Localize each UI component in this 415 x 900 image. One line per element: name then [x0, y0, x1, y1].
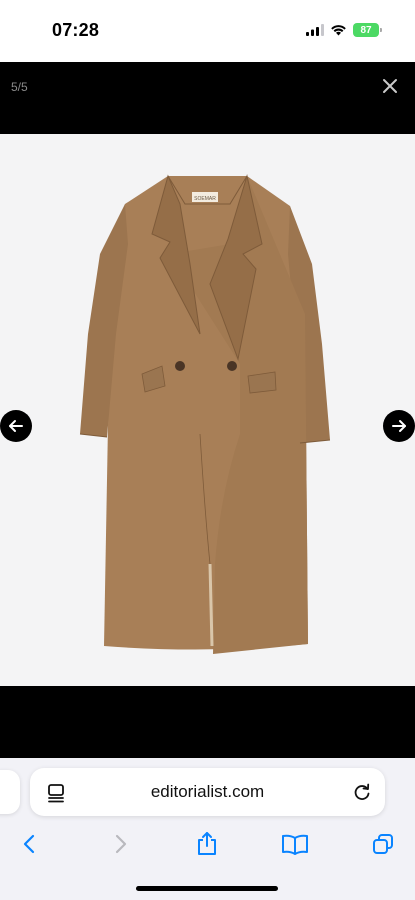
url-text: editorialist.com [150, 782, 265, 801]
viewer-bottom-bar [0, 686, 415, 758]
image-counter: 5/5 [11, 80, 28, 94]
close-icon[interactable] [380, 76, 400, 96]
forward-button[interactable] [104, 828, 136, 860]
product-image: SOEMAR [79, 174, 331, 654]
forward-icon [115, 834, 127, 854]
bookmarks-icon [282, 834, 308, 855]
previous-image-button[interactable] [0, 410, 32, 442]
signal-icon [306, 24, 324, 36]
home-indicator [136, 886, 278, 891]
tabs-button[interactable] [367, 828, 399, 860]
status-bar: 07:28 87 [0, 0, 415, 62]
wifi-icon [331, 25, 346, 36]
next-image-button[interactable] [383, 410, 415, 442]
tabs-icon [373, 834, 393, 854]
share-icon [198, 832, 216, 855]
browser-toolbar [0, 826, 415, 866]
status-icons: 87 [306, 23, 382, 37]
arrow-left-icon [9, 420, 23, 432]
product-image-area: SOEMAR [0, 134, 415, 686]
browser-bottom-bar: editorialist.com [0, 758, 415, 900]
coat-label-text: SOEMAR [194, 196, 216, 202]
reload-icon[interactable] [351, 781, 373, 803]
bookmarks-button[interactable] [279, 828, 311, 860]
share-button[interactable] [191, 828, 223, 860]
previous-tab-peek[interactable] [0, 770, 20, 814]
arrow-right-icon [392, 420, 406, 432]
battery-level: 87 [360, 24, 372, 36]
address-bar[interactable]: editorialist.com [30, 768, 385, 816]
back-button[interactable] [14, 828, 46, 860]
back-icon [23, 834, 35, 854]
viewer-top-bar: 5/5 [0, 62, 415, 134]
status-time: 07:28 [52, 20, 100, 40]
battery-icon: 87 [353, 23, 382, 37]
